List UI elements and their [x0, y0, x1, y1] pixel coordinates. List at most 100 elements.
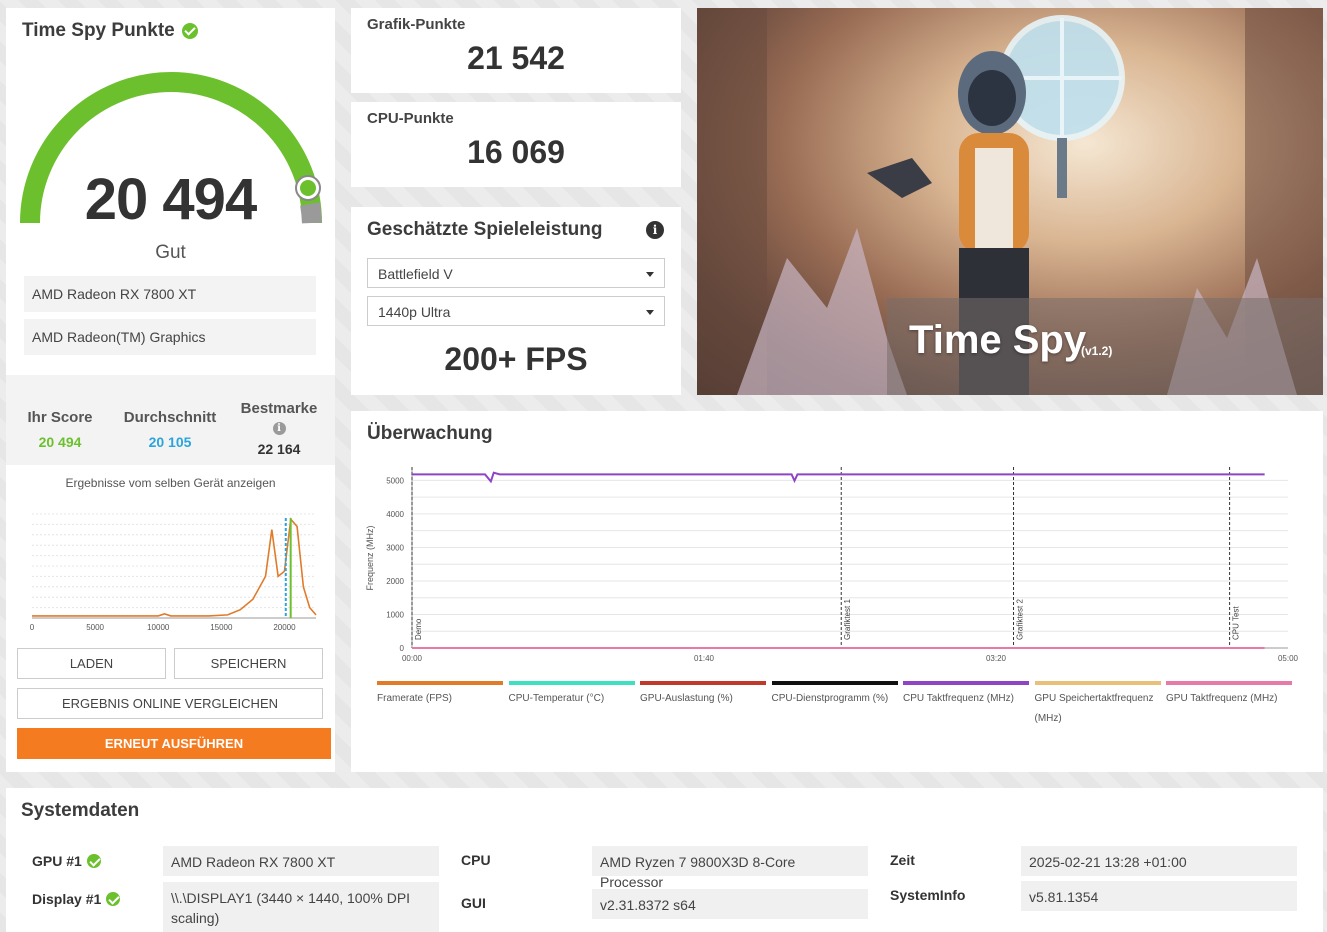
system-data-panel: Systemdaten GPU #1 AMD Radeon RX 7800 XT… [6, 788, 1323, 932]
benchmark-hero-image: Time Spy (v1.2) [697, 8, 1323, 395]
check-icon [181, 23, 198, 39]
legend-label: Framerate (FPS) [377, 693, 453, 704]
save-button[interactable]: SPEICHERN [174, 648, 323, 679]
monitoring-markers: Demo Grafiktest 1 Grafiktest 2 CPU Test [411, 467, 1241, 648]
gpu-name-2: AMD Radeon(TM) Graphics [24, 319, 316, 355]
check-icon [106, 892, 121, 906]
legend-swatch [771, 681, 898, 685]
time-key: Zeit [890, 852, 915, 868]
gpu-value: AMD Radeon RX 7800 XT [163, 846, 439, 876]
gui-key: GUI [461, 895, 486, 911]
legend-item[interactable]: CPU Taktfrequenz (MHz) [903, 681, 1029, 709]
phase-marker-label: Grafiktest 1 [843, 599, 852, 640]
score-rating: Gut [155, 242, 186, 263]
compare-online-button[interactable]: ERGEBNIS ONLINE VERGLEICHEN [17, 688, 323, 719]
y-tick-label: 5000 [386, 476, 404, 485]
x-tick-label: 5000 [86, 623, 104, 630]
score-comparison: Ihr Score 20 494 Durchschnitt 20 105 Bes… [6, 375, 335, 465]
chevron-down-icon [646, 310, 654, 315]
legend-label: GPU Speichertaktfrequenz (MHz) [1034, 693, 1154, 724]
x-tick-label: 00:00 [402, 654, 423, 663]
preset-select[interactable]: 1440p Ultra [367, 296, 665, 326]
x-tick-label: 05:00 [1278, 654, 1299, 663]
y-tick-label: 0 [400, 644, 405, 653]
dist-ticks: 0 5000 10000 15000 20000 [30, 623, 296, 630]
load-button[interactable]: LADEN [17, 648, 166, 679]
best-col: Bestmarke i 22 164 [236, 400, 322, 457]
legend-item[interactable]: CPU-Dienstprogramm (%) [771, 681, 898, 709]
phase-marker-label: CPU Test [1232, 606, 1241, 640]
display-key-label: Display #1 [32, 891, 102, 907]
y-tick-label: 3000 [386, 543, 404, 552]
monitoring-title: Überwachung [367, 423, 493, 444]
run-again-button[interactable]: ERNEUT AUSFÜHREN [17, 728, 331, 759]
score-title: Time Spy Punkte [22, 20, 198, 42]
monitoring-y-label: Frequenz (MHz) [365, 525, 375, 590]
score-panel: Time Spy Punkte 20 494 Gut AMD Radeon RX… [6, 8, 335, 772]
x-tick-label: 0 [30, 623, 35, 630]
system-data-title: Systemdaten [21, 800, 140, 821]
cpu-score-label: CPU-Punkte [367, 110, 454, 127]
legend-swatch [903, 681, 1029, 685]
info-icon[interactable]: i [646, 221, 664, 239]
average-label: Durchschnitt [123, 409, 217, 426]
same-device-link[interactable]: Ergebnisse vom selben Gerät anzeigen [6, 476, 335, 490]
game-select-value: Battlefield V [378, 266, 453, 282]
your-score-col: Ihr Score 20 494 [20, 409, 100, 450]
legend-swatch [640, 681, 766, 685]
legend-swatch [1034, 681, 1161, 685]
systeminfo-value: v5.81.1354 [1021, 881, 1297, 911]
game-performance-panel: Geschätzte Spieleleistung i Battlefield … [351, 207, 681, 395]
estimated-fps: 200+ FPS [444, 341, 588, 377]
monitoring-y-ticks: 0 1000 2000 3000 4000 5000 [386, 476, 404, 653]
gpu-key-label: GPU #1 [32, 853, 82, 869]
x-tick-label: 15000 [210, 623, 233, 630]
legend-label: CPU Taktfrequenz (MHz) [903, 693, 1014, 704]
gpu-key: GPU #1 [32, 853, 101, 869]
preset-select-value: 1440p Ultra [378, 304, 451, 320]
legend-item[interactable]: GPU-Auslastung (%) [640, 681, 766, 709]
check-icon [86, 854, 101, 868]
main-score: 20 494 [84, 167, 257, 232]
your-score-value: 20 494 [38, 434, 82, 450]
y-tick-label: 1000 [386, 610, 404, 619]
phase-marker-label: Grafiktest 2 [1016, 599, 1025, 640]
y-tick-label: 4000 [386, 510, 404, 519]
cpu-value: AMD Ryzen 7 9800X3D 8-Core Processor [592, 846, 868, 890]
x-tick-label: 10000 [147, 623, 170, 630]
gpu-name-1: AMD Radeon RX 7800 XT [24, 276, 316, 312]
cpu-score-box: CPU-Punkte 16 069 [351, 102, 681, 187]
cpu-score-value: 16 069 [467, 134, 565, 170]
info-icon[interactable]: i [272, 422, 286, 435]
graphics-score-value: 21 542 [467, 40, 565, 76]
legend-item[interactable]: GPU Taktfrequenz (MHz) [1166, 681, 1292, 709]
monitoring-panel: Überwachung Demo Grafiktest 1 Grafiktest 2… [351, 411, 1323, 772]
legend-label: CPU-Temperatur (°C) [508, 693, 605, 704]
legend-label: CPU-Dienstprogramm (%) [771, 693, 889, 704]
score-title-text: Time Spy Punkte [22, 20, 175, 41]
legend-swatch [1166, 681, 1292, 685]
legend-label: GPU Taktfrequenz (MHz) [1166, 693, 1278, 704]
dist-grid [32, 513, 316, 619]
graphics-score-box: Grafik-Punkte 21 542 [351, 8, 681, 93]
legend-item[interactable]: GPU Speichertaktfrequenz (MHz) [1034, 681, 1161, 729]
game-select[interactable]: Battlefield V [367, 258, 665, 288]
benchmark-version: (v1.2) [1081, 344, 1113, 358]
benchmark-title: Time Spy [909, 318, 1087, 362]
time-value: 2025-02-21 13:28 +01:00 [1021, 846, 1297, 876]
phase-marker-label: Demo [414, 618, 423, 640]
legend-swatch [377, 681, 503, 685]
systeminfo-key: SystemInfo [890, 887, 966, 903]
legend-item[interactable]: CPU-Temperatur (°C) [508, 681, 635, 709]
monitoring-chart: Demo Grafiktest 1 Grafiktest 2 CPU Test 0 10… [365, 467, 1299, 663]
best-label: Bestmarke [240, 400, 318, 417]
legend-label: GPU-Auslastung (%) [640, 693, 733, 704]
monitoring-x-ticks: 00:00 01:40 03:20 05:00 [402, 654, 1299, 663]
best-value: 22 164 [257, 441, 301, 457]
x-tick-label: 01:40 [694, 654, 715, 663]
average-col: Durchschnitt 20 105 [118, 409, 222, 450]
average-value: 20 105 [148, 434, 192, 450]
x-tick-label: 03:20 [986, 654, 1007, 663]
distribution-line [32, 517, 317, 617]
legend-item[interactable]: Framerate (FPS) [377, 681, 503, 709]
